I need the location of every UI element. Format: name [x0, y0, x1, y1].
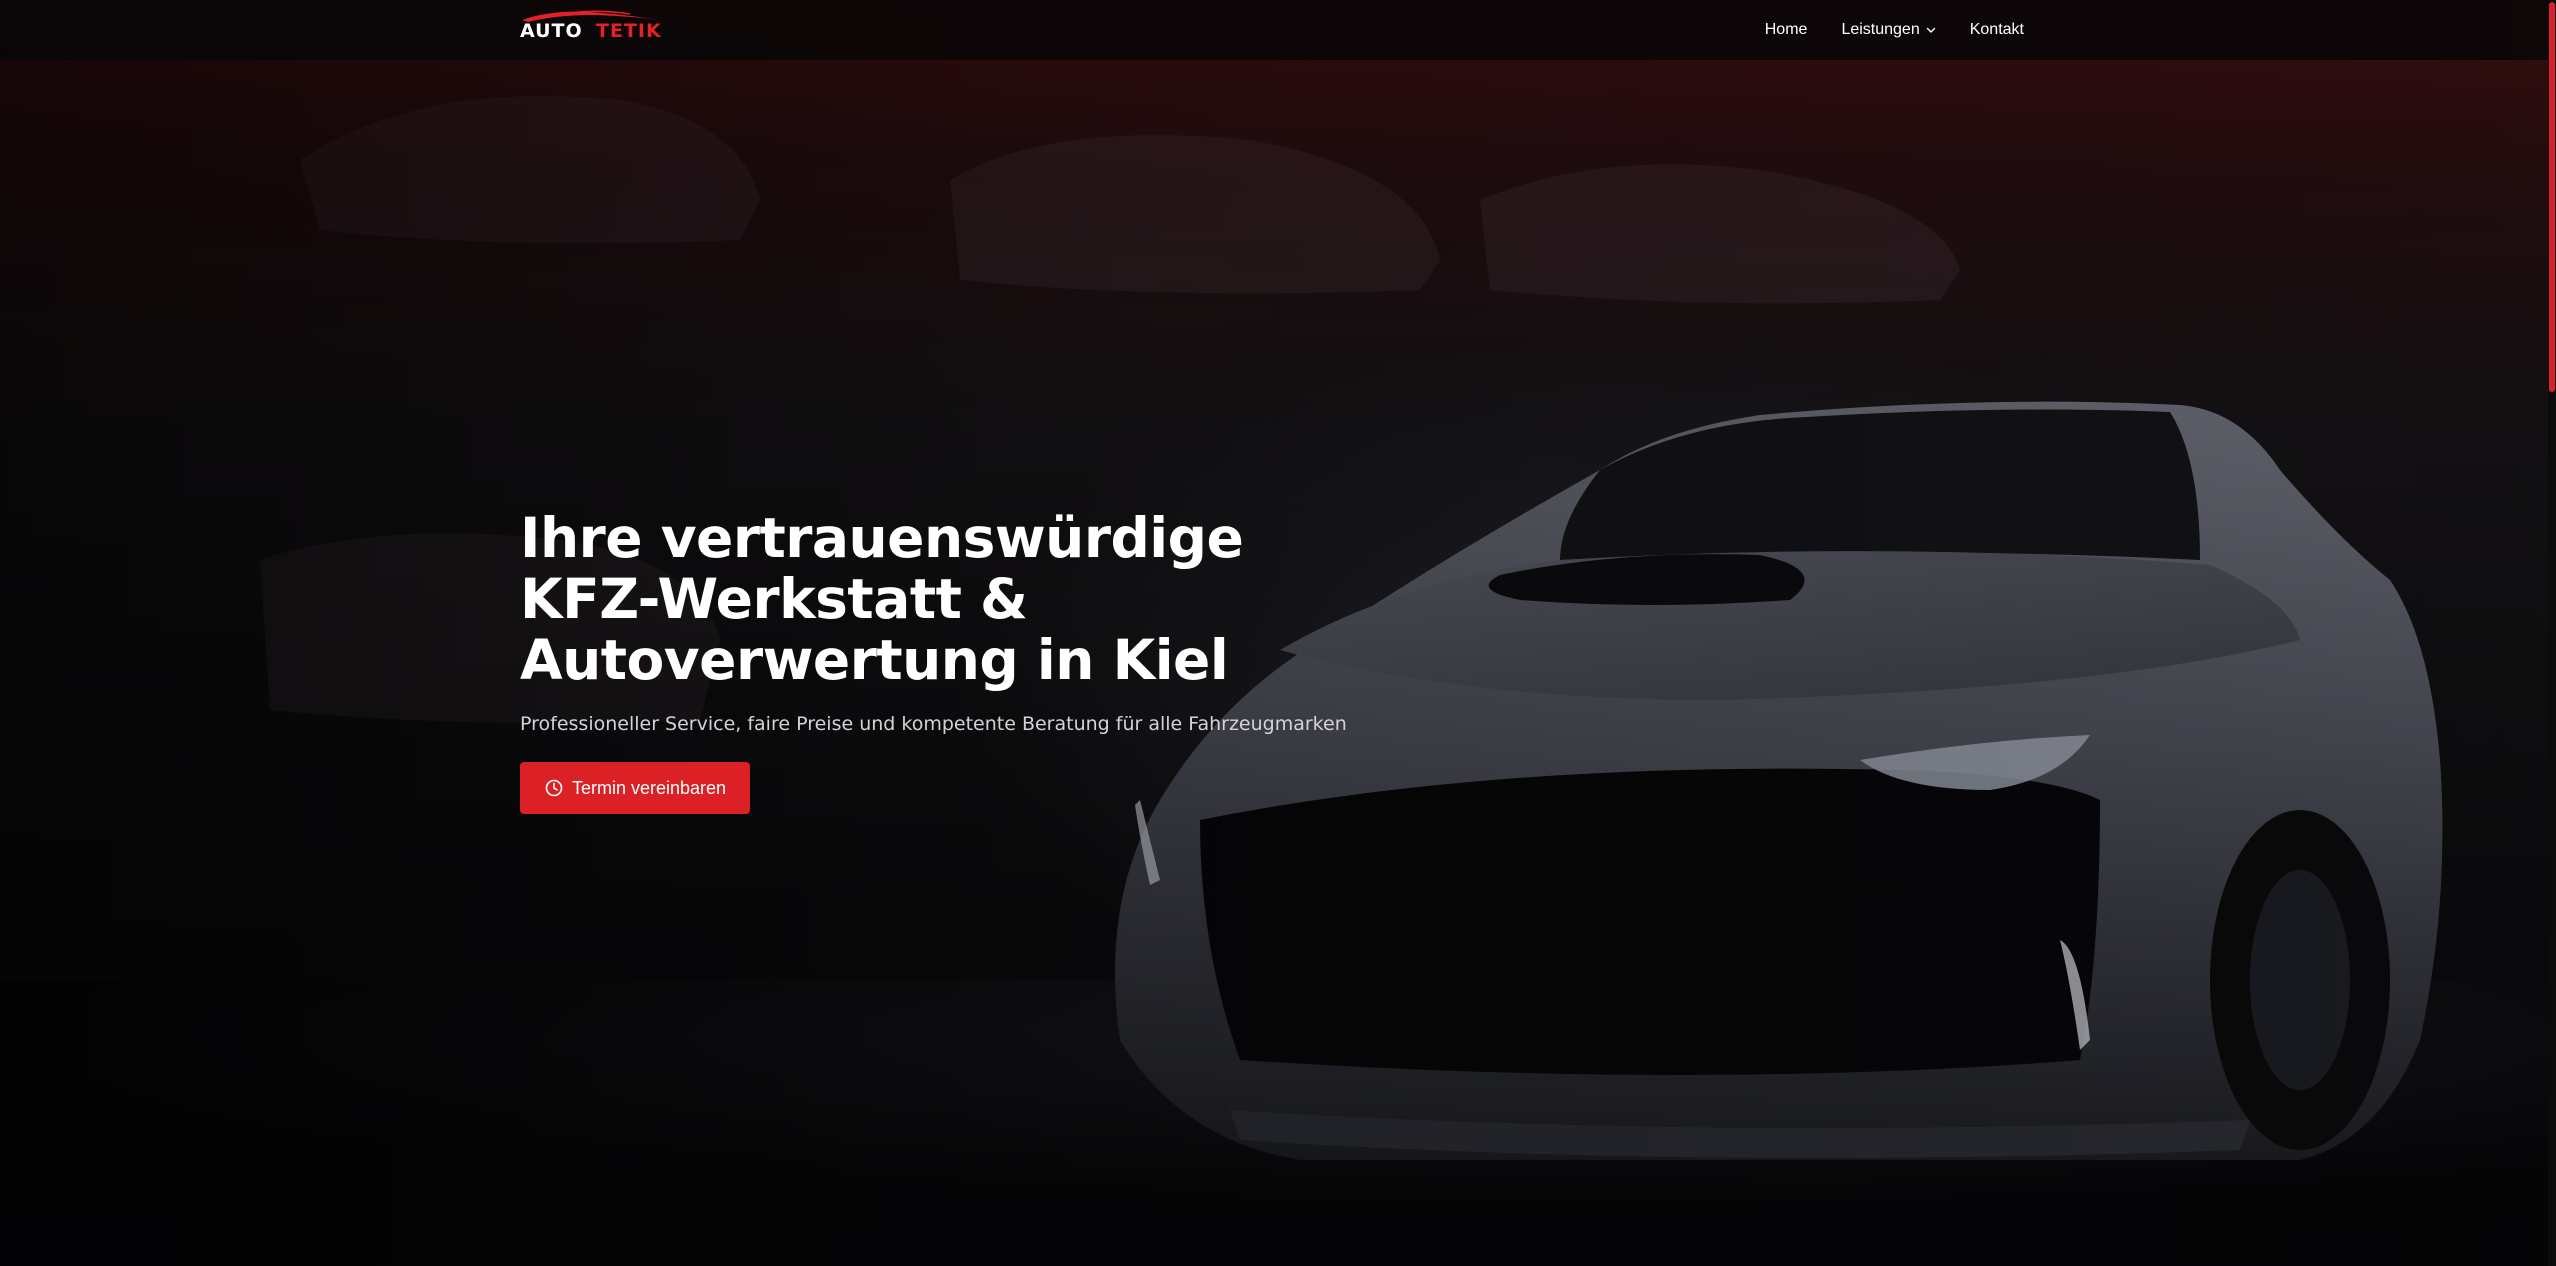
- main-nav: Home Leistungen Kontakt: [1765, 0, 2024, 60]
- hero-title-line: Ihre vertrauenswürdige: [520, 506, 1244, 570]
- logo-text-auto: AUTO: [520, 20, 583, 42]
- logo-text-tetik: TETIK: [596, 20, 662, 42]
- book-appointment-label: Termin vereinbaren: [572, 777, 727, 798]
- nav-item-leistungen[interactable]: Leistungen: [1841, 21, 1935, 39]
- hero-section: Ihre vertrauenswürdige KFZ-Werkstatt & A…: [520, 508, 1420, 814]
- hero-title-line: Autoverwertung in Kiel: [520, 628, 1229, 692]
- scrollbar-thumb[interactable]: [2549, 2, 2555, 392]
- hero-title-line: KFZ-Werkstatt &: [520, 567, 1028, 631]
- clock-icon: [545, 779, 563, 797]
- nav-item-label: Kontakt: [1969, 21, 2024, 38]
- hero-subtitle: Professioneller Service, faire Preise un…: [520, 713, 1347, 735]
- nav-item-home[interactable]: Home: [1765, 21, 1808, 39]
- page: AUTO TETIK Home Leistungen Kontakt Ihre …: [0, 0, 2556, 1266]
- chevron-down-icon: [1926, 27, 1935, 33]
- nav-item-label: Home: [1764, 21, 1808, 38]
- hero-title: Ihre vertrauenswürdige KFZ-Werkstatt & A…: [520, 508, 1420, 691]
- logo[interactable]: AUTO TETIK: [520, 6, 670, 46]
- scrollbar[interactable]: [2548, 0, 2556, 1266]
- nav-item-kontakt[interactable]: Kontakt: [1970, 21, 2024, 39]
- nav-item-label: Leistungen: [1841, 21, 1920, 38]
- navbar: AUTO TETIK Home Leistungen Kontakt: [0, 0, 2556, 60]
- book-appointment-button[interactable]: Termin vereinbaren: [520, 762, 751, 814]
